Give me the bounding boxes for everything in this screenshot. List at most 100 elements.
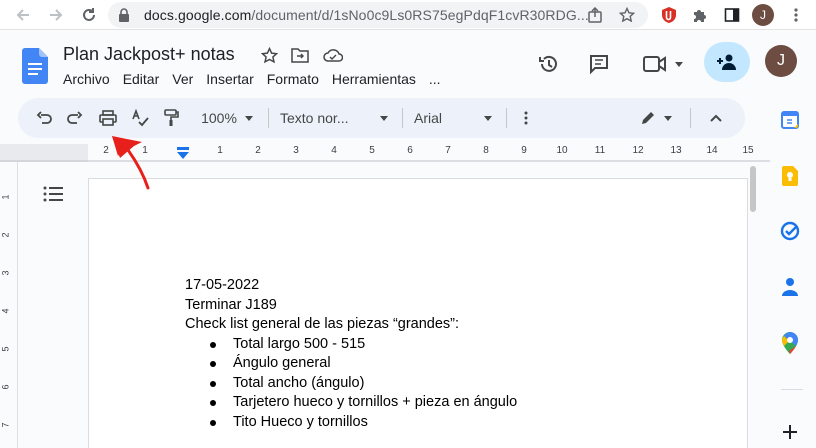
toolbar-divider (506, 108, 507, 128)
video-camera-icon (643, 56, 666, 72)
star-icon[interactable] (258, 44, 280, 66)
lock-icon[interactable] (118, 8, 130, 22)
ruler-number: 4 (331, 145, 337, 156)
browser-profile-avatar[interactable]: J (752, 4, 774, 26)
star-icon[interactable] (618, 6, 636, 24)
vertical-ruler[interactable]: 1 2 3 4 5 6 7 (0, 162, 18, 448)
font-select[interactable]: Arial (414, 106, 492, 130)
add-icon[interactable] (779, 421, 801, 443)
list-item: Total ancho (ángulo) (185, 374, 517, 394)
menu-more[interactable]: ... (429, 71, 441, 91)
version-history-icon[interactable] (536, 48, 562, 80)
url-text: docs.google.com/document/d/1sNo0c9Ls0RS7… (144, 7, 589, 23)
reload-icon[interactable] (78, 4, 100, 26)
ruler-number: 6 (407, 145, 413, 156)
document-page[interactable]: 17-05-2022 Terminar J189 Check list gene… (88, 178, 748, 448)
side-panel-divider (781, 389, 803, 390)
list-item: Ángulo general (185, 354, 517, 374)
list-item: Tarjetero hueco y tornillos + pieza en á… (185, 393, 517, 413)
ruler-number: 15 (742, 145, 754, 156)
vruler-number: 4 (0, 308, 11, 314)
vruler-number: 7 (0, 422, 11, 428)
paint-format-icon[interactable] (161, 106, 181, 130)
sidebar-icon[interactable] (722, 5, 742, 25)
ruler-number: 11 (594, 145, 606, 156)
more-options-icon[interactable] (518, 106, 534, 130)
browser-toolbar: docs.google.com/document/d/1sNo0c9Ls0RS7… (0, 0, 816, 30)
forward-arrow-icon[interactable] (45, 4, 67, 26)
side-panel (771, 92, 816, 448)
menu-formato[interactable]: Formato (267, 71, 319, 91)
add-person-icon (717, 54, 736, 70)
menu-herramientas[interactable]: Herramientas (332, 71, 416, 91)
chevron-down-icon (380, 115, 388, 121)
editing-mode-button[interactable] (636, 106, 676, 130)
ruler-number: 9 (521, 145, 527, 156)
ruler-number: 5 (369, 145, 375, 156)
toolbar-divider (402, 108, 403, 128)
vruler-number: 5 (0, 346, 11, 352)
menu-editar[interactable]: Editar (123, 71, 160, 91)
zoom-value: 100% (201, 110, 237, 126)
menu-ver[interactable]: Ver (172, 71, 193, 91)
print-icon[interactable] (97, 106, 119, 130)
menu-archivo[interactable]: Archivo (63, 71, 110, 91)
toolbar-divider (268, 108, 269, 128)
document-body[interactable]: 17-05-2022 Terminar J189 Check list gene… (185, 276, 517, 432)
ruler-number: 8 (483, 145, 489, 156)
checklist-heading: Check list general de las piezas “grande… (185, 316, 460, 332)
ruler-number: 14 (706, 145, 718, 156)
puzzle-icon[interactable] (690, 5, 710, 25)
pencil-icon (642, 112, 654, 124)
ruler-number: 10 (556, 145, 568, 156)
cloud-saved-icon[interactable] (322, 44, 344, 66)
ruler-number: 1 (217, 145, 223, 156)
document-outline-icon[interactable] (43, 186, 63, 202)
indent-marker-icon[interactable] (176, 147, 190, 161)
zoom-select[interactable]: 100% (196, 106, 258, 130)
ruler-number: 2 (255, 145, 261, 156)
menu-bar: Archivo Editar Ver Insertar Formato Herr… (63, 71, 454, 91)
account-avatar[interactable]: J (765, 45, 797, 77)
font-value: Arial (414, 110, 443, 126)
back-arrow-icon[interactable] (12, 4, 34, 26)
spellcheck-icon[interactable] (130, 106, 150, 130)
vruler-number: 1 (0, 194, 11, 200)
redo-icon[interactable] (65, 106, 85, 130)
meet-button[interactable] (640, 48, 686, 80)
red-arrow-annotation (112, 136, 150, 190)
chevron-up-icon[interactable] (706, 106, 726, 130)
keep-icon[interactable] (779, 165, 801, 187)
tasks-icon[interactable] (779, 220, 801, 242)
ruler-number: 13 (670, 145, 682, 156)
vruler-number: 3 (0, 270, 11, 276)
extension-icon[interactable] (659, 5, 679, 25)
chevron-down-icon (664, 115, 672, 121)
chevron-down-icon (484, 115, 492, 121)
vruler-number: 2 (0, 232, 11, 238)
maps-icon[interactable] (779, 332, 801, 354)
ruler-number: 7 (445, 145, 451, 156)
bullet-list: Total largo 500 - 515 Ángulo general Tot… (185, 335, 517, 433)
contacts-icon[interactable] (779, 276, 801, 298)
list-item: Tito Hueco y tornillos (185, 413, 517, 433)
ruler-number: 12 (632, 145, 644, 156)
style-select[interactable]: Texto nor... (280, 106, 388, 130)
scrollbar-thumb[interactable] (750, 166, 756, 212)
comments-icon[interactable] (586, 48, 612, 80)
calendar-icon[interactable] (779, 109, 801, 131)
share-button[interactable] (704, 42, 750, 82)
chevron-down-icon (675, 61, 683, 67)
menu-insertar[interactable]: Insertar (206, 71, 253, 91)
date-line: 17-05-2022 (185, 277, 260, 293)
kebab-menu-icon[interactable] (786, 5, 806, 25)
document-title[interactable]: Plan Jackpost+ notas (63, 44, 235, 65)
vruler-number: 6 (0, 384, 11, 390)
address-bar[interactable]: docs.google.com/document/d/1sNo0c9Ls0RS7… (108, 2, 648, 28)
undo-icon[interactable] (34, 106, 54, 130)
docs-logo-icon[interactable] (22, 48, 48, 84)
task-line: Terminar J189 (185, 296, 277, 313)
style-value: Texto nor... (280, 110, 349, 126)
move-folder-icon[interactable] (289, 44, 311, 66)
share-icon[interactable] (586, 6, 604, 24)
